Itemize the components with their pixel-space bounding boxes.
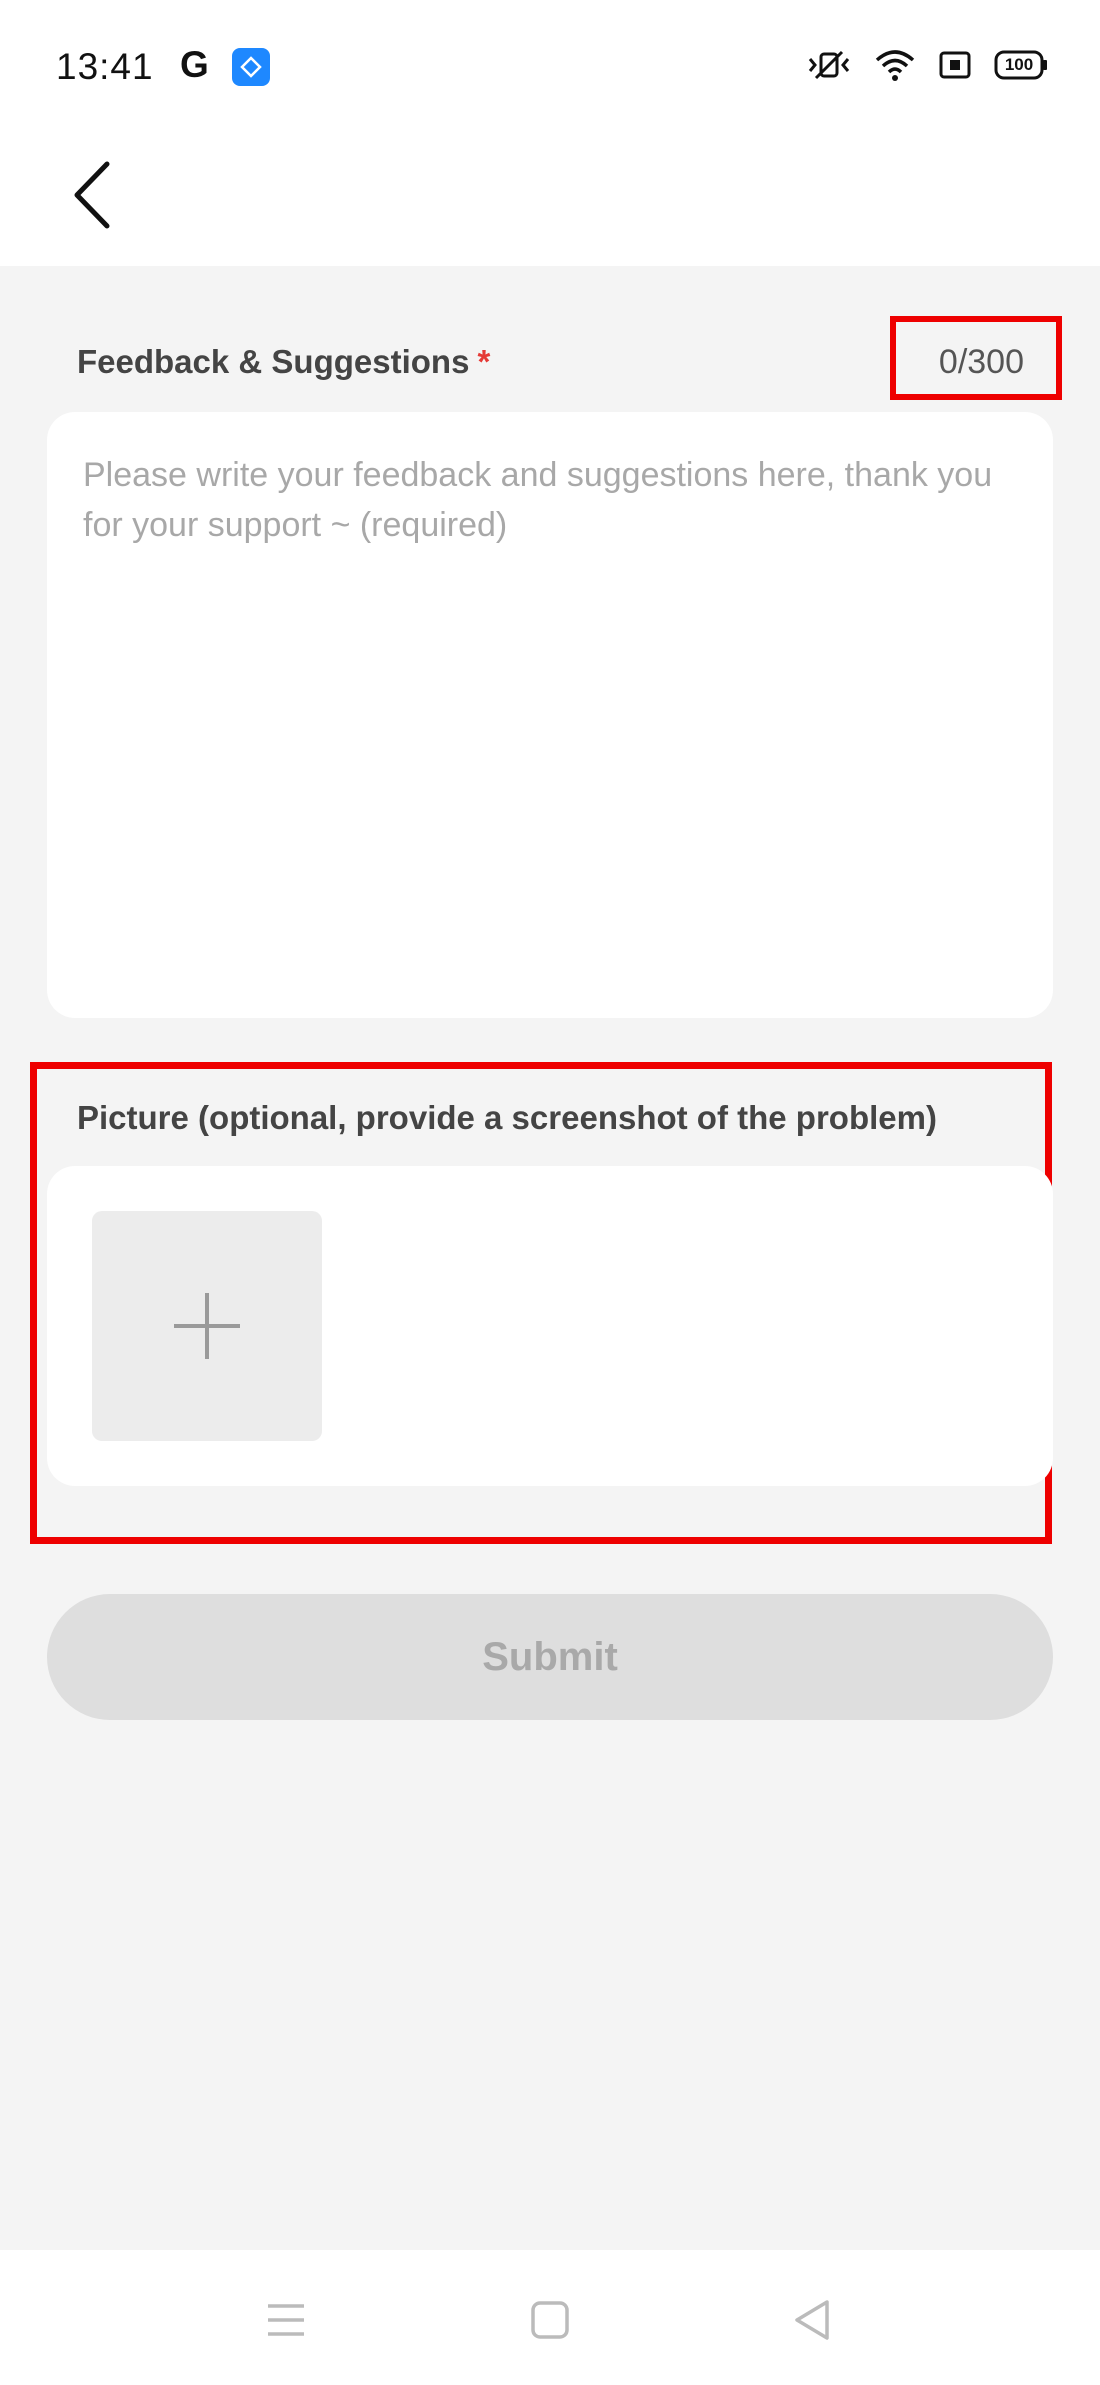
google-icon: G: [180, 44, 209, 85]
home-icon: [531, 2301, 569, 2339]
submit-button[interactable]: Submit: [47, 1594, 1053, 1720]
feedback-label-text: Feedback & Suggestions: [77, 343, 470, 380]
counter-highlight-box: [890, 316, 1062, 400]
back-triangle-icon: [795, 2300, 829, 2340]
feedback-input[interactable]: [47, 412, 1053, 1018]
menu-button[interactable]: [256, 2290, 316, 2350]
screen-record-icon: [938, 50, 972, 80]
home-button[interactable]: [520, 2290, 580, 2350]
required-mark: *: [477, 343, 491, 380]
add-picture-button[interactable]: [92, 1211, 322, 1441]
back-nav-button[interactable]: [782, 2290, 842, 2350]
picture-label: Picture (optional, provide a screenshot …: [77, 1099, 937, 1136]
app-badge-icon: [232, 48, 270, 86]
status-time: 13:41: [56, 46, 154, 87]
top-app-bar: [0, 130, 1100, 266]
status-bar: 13:41 G 100: [0, 0, 1100, 130]
feedback-label: Feedback & Suggestions *: [77, 343, 490, 381]
system-nav-bar: [0, 2250, 1100, 2385]
plus-icon: [174, 1293, 240, 1359]
battery-level: 100: [1004, 55, 1034, 74]
wifi-icon: [874, 48, 916, 82]
menu-icon: [268, 2304, 304, 2336]
status-icons: 100: [806, 48, 1048, 82]
back-button[interactable]: [56, 150, 126, 240]
battery-icon: 100: [994, 50, 1048, 80]
vibrate-icon: [806, 48, 852, 82]
chevron-left-icon: [74, 161, 110, 229]
